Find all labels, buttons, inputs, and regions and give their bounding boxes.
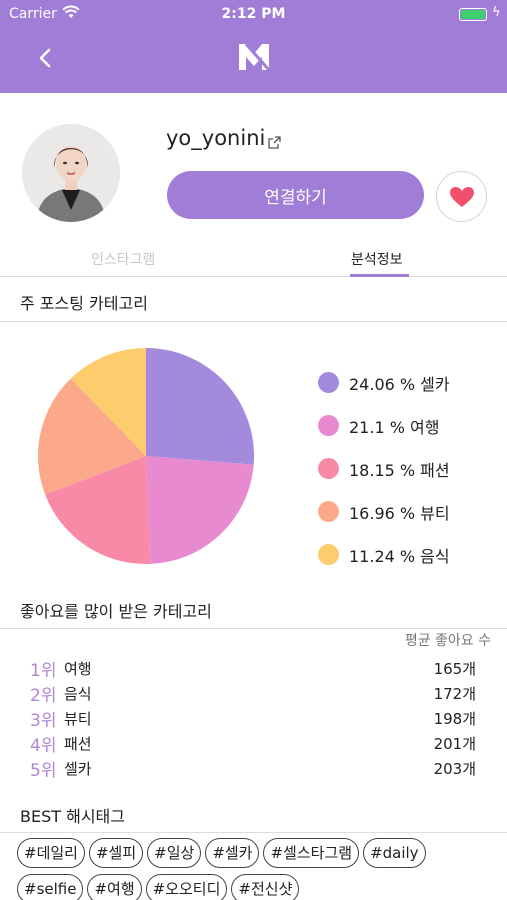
- hashtag-chip[interactable]: #여행: [87, 874, 142, 900]
- legend-dot: [318, 458, 339, 479]
- legend-item: 16.96 % 뷰티: [318, 490, 450, 533]
- rank-avg-likes: 165개: [433, 660, 476, 678]
- legend-item: 21.1 % 여행: [318, 404, 450, 447]
- legend-dot: [318, 501, 339, 522]
- tab-instagram[interactable]: 인스타그램: [91, 249, 155, 269]
- battery-icon: [459, 8, 487, 21]
- brand-logo-icon: [236, 40, 272, 78]
- ranking-row: 5위 셀카 203개: [30, 756, 476, 781]
- charging-icon: ϟ: [492, 5, 501, 20]
- hashtag-chip[interactable]: #셀스타그램: [263, 838, 360, 868]
- legend-dot: [318, 544, 339, 565]
- hashtag-chip[interactable]: #오오티디: [145, 874, 228, 900]
- category-section-title: 주 포스팅 카테고리: [20, 294, 148, 313]
- chevron-left-icon: [39, 48, 51, 68]
- hashtag-chip[interactable]: #셀카: [205, 838, 260, 868]
- likes-section-title: 좋아요를 많이 받은 카테고리: [20, 602, 212, 621]
- rank-avg-likes: 203개: [433, 760, 476, 778]
- rank-number: 5위: [30, 761, 57, 781]
- legend-label: 16.96 % 뷰티: [349, 503, 450, 523]
- active-tab-indicator: [350, 274, 409, 277]
- pie-slice-셀카: [146, 348, 254, 465]
- ranking-row: 1위 여행 165개: [30, 656, 476, 681]
- pie-slice-여행: [146, 456, 254, 564]
- legend-dot: [318, 372, 339, 393]
- legend-dot: [318, 415, 339, 436]
- rank-category: 패션: [64, 735, 92, 753]
- external-link-icon[interactable]: [268, 134, 281, 153]
- legend-label: 21.1 % 여행: [349, 417, 440, 437]
- divider: [0, 832, 507, 833]
- ranking-row: 3위 뷰티 198개: [30, 706, 476, 731]
- hashtag-chip[interactable]: #전신샷: [231, 874, 300, 900]
- rank-number: 2위: [30, 686, 57, 706]
- favorite-button[interactable]: [436, 171, 487, 222]
- avg-likes-header: 평균 좋아요 수: [404, 633, 491, 649]
- ranking-list: 1위 여행 165개 2위 음식 172개 3위 뷰티 198개 4위 패션 201개 5위 셀카 203개: [30, 656, 476, 781]
- heart-icon: [449, 186, 474, 207]
- tab-bar: 인스타그램 분석정보: [0, 240, 507, 277]
- rank-category: 여행: [64, 660, 92, 678]
- legend-label: 11.24 % 음식: [349, 546, 450, 566]
- hashtag-section-title: BEST 해시태그: [20, 807, 125, 826]
- rank-number: 1위: [30, 661, 57, 681]
- tab-analysis[interactable]: 분석정보: [351, 249, 403, 269]
- rank-number: 3위: [30, 711, 57, 731]
- rank-avg-likes: 172개: [433, 685, 476, 703]
- chart-legend: 24.06 % 셀카 21.1 % 여행 18.15 % 패션 16.96 % 뷰티 1…: [318, 361, 450, 576]
- legend-label: 24.06 % 셀카: [349, 374, 450, 394]
- hashtag-chip[interactable]: #selfie: [17, 874, 84, 900]
- rank-category: 음식: [64, 685, 92, 703]
- legend-label: 18.15 % 패션: [349, 460, 450, 480]
- status-bar: Carrier 2:12 PM ϟ: [0, 0, 507, 28]
- hashtag-chip[interactable]: #daily: [363, 838, 426, 868]
- hashtag-list: #데일리 #셀피 #일상 #셀카 #셀스타그램 #daily #selfie #여행 #오오티디…: [17, 838, 497, 900]
- ranking-row: 4위 패션 201개: [30, 731, 476, 756]
- legend-item: 18.15 % 패션: [318, 447, 450, 490]
- hashtag-chip[interactable]: #셀피: [88, 838, 144, 868]
- back-button[interactable]: [30, 42, 60, 74]
- connect-button[interactable]: 연결하기: [167, 171, 424, 219]
- username: yo_yonini: [166, 126, 266, 150]
- rank-avg-likes: 201개: [433, 735, 476, 753]
- divider: [0, 321, 507, 322]
- ranking-row: 2위 음식 172개: [30, 681, 476, 706]
- rank-avg-likes: 198개: [433, 710, 476, 728]
- legend-item: 11.24 % 음식: [318, 533, 450, 576]
- category-pie-chart: [38, 348, 254, 564]
- top-bar: Carrier 2:12 PM ϟ: [0, 0, 507, 93]
- avatar: [22, 124, 120, 222]
- rank-number: 4위: [30, 736, 57, 756]
- rank-category: 뷰티: [64, 710, 92, 728]
- status-time: 2:12 PM: [221, 6, 286, 22]
- hashtag-chip[interactable]: #데일리: [17, 838, 85, 868]
- rank-category: 셀카: [64, 760, 92, 778]
- legend-item: 24.06 % 셀카: [318, 361, 450, 404]
- hashtag-chip[interactable]: #일상: [147, 838, 202, 868]
- divider: [0, 628, 507, 629]
